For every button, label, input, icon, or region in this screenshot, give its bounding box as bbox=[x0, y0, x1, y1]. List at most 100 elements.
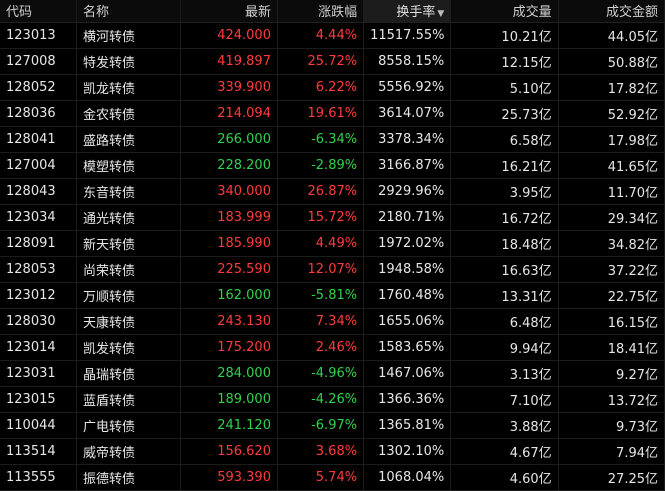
row-name: 通光转债 bbox=[76, 204, 182, 231]
table-row[interactable]: 110044 广电转债 241.120 -6.97% 1365.81% 3.88亿 9.73… bbox=[0, 412, 665, 439]
table-row[interactable]: 128043 东音转债 340.000 26.87% 2929.96% 3.95亿 11.7… bbox=[0, 178, 665, 205]
row-volume: 4.67亿 bbox=[450, 438, 559, 465]
row-amount: 13.72亿 bbox=[558, 386, 665, 413]
row-change: 15.72% bbox=[277, 204, 365, 231]
row-volume: 18.48亿 bbox=[450, 230, 559, 257]
table-row[interactable]: 123012 万顺转债 162.000 -5.81% 1760.48% 13.31亿 22.… bbox=[0, 282, 665, 309]
row-turnover: 1655.06% bbox=[363, 308, 452, 335]
row-price: 284.000 bbox=[180, 360, 278, 387]
row-price: 339.900 bbox=[180, 74, 278, 101]
row-price: 241.120 bbox=[180, 412, 278, 439]
table-row[interactable]: 128052 凯龙转债 339.900 6.22% 5556.92% 5.10亿 17.82… bbox=[0, 74, 665, 101]
row-code: 128041 bbox=[0, 126, 78, 153]
row-turnover: 1366.36% bbox=[363, 386, 452, 413]
row-turnover: 1972.02% bbox=[363, 230, 452, 257]
header-change[interactable]: 涨跌幅 bbox=[277, 0, 365, 23]
sort-descending-icon: ▼ bbox=[437, 9, 445, 20]
table-row[interactable]: 123031 晶瑞转债 284.000 -4.96% 1467.06% 3.13亿 9.27… bbox=[0, 360, 665, 387]
row-volume: 6.58亿 bbox=[450, 126, 559, 153]
row-name: 蓝盾转债 bbox=[76, 386, 182, 413]
row-volume: 6.48亿 bbox=[450, 308, 559, 335]
row-code: 128052 bbox=[0, 74, 78, 101]
row-name: 模塑转债 bbox=[76, 152, 182, 179]
row-price: 340.000 bbox=[180, 178, 278, 205]
row-change: -5.81% bbox=[277, 282, 365, 309]
table-row[interactable]: 123015 蓝盾转债 189.000 -4.26% 1366.36% 7.10亿 13.7… bbox=[0, 386, 665, 413]
row-code: 123034 bbox=[0, 204, 78, 231]
table-row[interactable]: 128091 新天转债 185.990 4.49% 1972.02% 18.48亿 34.8… bbox=[0, 230, 665, 257]
row-volume: 5.10亿 bbox=[450, 74, 559, 101]
row-code: 127004 bbox=[0, 152, 78, 179]
row-code: 113514 bbox=[0, 438, 78, 465]
header-volume[interactable]: 成交量 bbox=[450, 0, 559, 23]
row-amount: 22.75亿 bbox=[558, 282, 665, 309]
row-price: 266.000 bbox=[180, 126, 278, 153]
row-name: 东音转债 bbox=[76, 178, 182, 205]
row-amount: 9.27亿 bbox=[558, 360, 665, 387]
row-change: 2.46% bbox=[277, 334, 365, 361]
table-row[interactable]: 113555 振德转债 593.390 5.74% 1068.04% 4.60亿 27.25… bbox=[0, 464, 665, 491]
table-row[interactable]: 128036 金农转债 214.094 19.61% 3614.07% 25.73亿 52.… bbox=[0, 100, 665, 127]
row-volume: 25.73亿 bbox=[450, 100, 559, 127]
row-name: 盛路转债 bbox=[76, 126, 182, 153]
row-amount: 16.15亿 bbox=[558, 308, 665, 335]
row-name: 凯发转债 bbox=[76, 334, 182, 361]
row-price: 175.200 bbox=[180, 334, 278, 361]
row-code: 110044 bbox=[0, 412, 78, 439]
row-amount: 27.25亿 bbox=[558, 464, 665, 491]
row-turnover: 1467.06% bbox=[363, 360, 452, 387]
row-name: 凯龙转债 bbox=[76, 74, 182, 101]
row-turnover: 2180.71% bbox=[363, 204, 452, 231]
row-change: 26.87% bbox=[277, 178, 365, 205]
row-amount: 18.41亿 bbox=[558, 334, 665, 361]
row-amount: 50.88亿 bbox=[558, 48, 665, 75]
row-name: 万顺转债 bbox=[76, 282, 182, 309]
row-change: 19.61% bbox=[277, 100, 365, 127]
row-change: -2.89% bbox=[277, 152, 365, 179]
table-row[interactable]: 127008 特发转债 419.897 25.72% 8558.15% 12.15亿 50.… bbox=[0, 48, 665, 75]
row-amount: 41.65亿 bbox=[558, 152, 665, 179]
header-turnover[interactable]: 换手率 ▼ bbox=[363, 0, 452, 23]
row-price: 243.130 bbox=[180, 308, 278, 335]
row-volume: 7.10亿 bbox=[450, 386, 559, 413]
row-amount: 34.82亿 bbox=[558, 230, 665, 257]
row-turnover: 2929.96% bbox=[363, 178, 452, 205]
row-amount: 37.22亿 bbox=[558, 256, 665, 283]
table-row[interactable]: 128030 天康转债 243.130 7.34% 1655.06% 6.48亿 16.15… bbox=[0, 308, 665, 335]
row-code: 128053 bbox=[0, 256, 78, 283]
row-turnover: 11517.55% bbox=[363, 22, 452, 49]
row-volume: 3.95亿 bbox=[450, 178, 559, 205]
row-change: 4.49% bbox=[277, 230, 365, 257]
row-change: 4.44% bbox=[277, 22, 365, 49]
row-price: 225.590 bbox=[180, 256, 278, 283]
row-code: 128091 bbox=[0, 230, 78, 257]
row-code: 123012 bbox=[0, 282, 78, 309]
header-price[interactable]: 最新 bbox=[180, 0, 278, 23]
row-turnover: 1068.04% bbox=[363, 464, 452, 491]
table-row[interactable]: 123013 横河转债 424.000 4.44% 11517.55% 10.21亿 44.… bbox=[0, 22, 665, 49]
row-volume: 16.63亿 bbox=[450, 256, 559, 283]
row-name: 新天转债 bbox=[76, 230, 182, 257]
row-volume: 3.13亿 bbox=[450, 360, 559, 387]
table-row[interactable]: 113514 威帝转债 156.620 3.68% 1302.10% 4.67亿 7.94亿 bbox=[0, 438, 665, 465]
row-volume: 4.60亿 bbox=[450, 464, 559, 491]
row-name: 晶瑞转债 bbox=[76, 360, 182, 387]
row-turnover: 1365.81% bbox=[363, 412, 452, 439]
table-row[interactable]: 128053 尚荣转债 225.590 12.07% 1948.58% 16.63亿 37.… bbox=[0, 256, 665, 283]
row-change: -4.96% bbox=[277, 360, 365, 387]
table-row[interactable]: 127004 模塑转债 228.200 -2.89% 3166.87% 16.21亿 41.… bbox=[0, 152, 665, 179]
table-row[interactable]: 128041 盛路转债 266.000 -6.34% 3378.34% 6.58亿 17.9… bbox=[0, 126, 665, 153]
table-row[interactable]: 123034 通光转债 183.999 15.72% 2180.71% 16.72亿 29.… bbox=[0, 204, 665, 231]
row-price: 162.000 bbox=[180, 282, 278, 309]
row-turnover: 1302.10% bbox=[363, 438, 452, 465]
row-name: 金农转债 bbox=[76, 100, 182, 127]
header-code[interactable]: 代码 bbox=[0, 0, 78, 23]
row-amount: 29.34亿 bbox=[558, 204, 665, 231]
row-code: 127008 bbox=[0, 48, 78, 75]
row-volume: 3.88亿 bbox=[450, 412, 559, 439]
header-name[interactable]: 名称 bbox=[76, 0, 182, 23]
row-turnover: 5556.92% bbox=[363, 74, 452, 101]
header-amount[interactable]: 成交金额 bbox=[558, 0, 665, 23]
table-row[interactable]: 123014 凯发转债 175.200 2.46% 1583.65% 9.94亿 18.41… bbox=[0, 334, 665, 361]
row-turnover: 8558.15% bbox=[363, 48, 452, 75]
